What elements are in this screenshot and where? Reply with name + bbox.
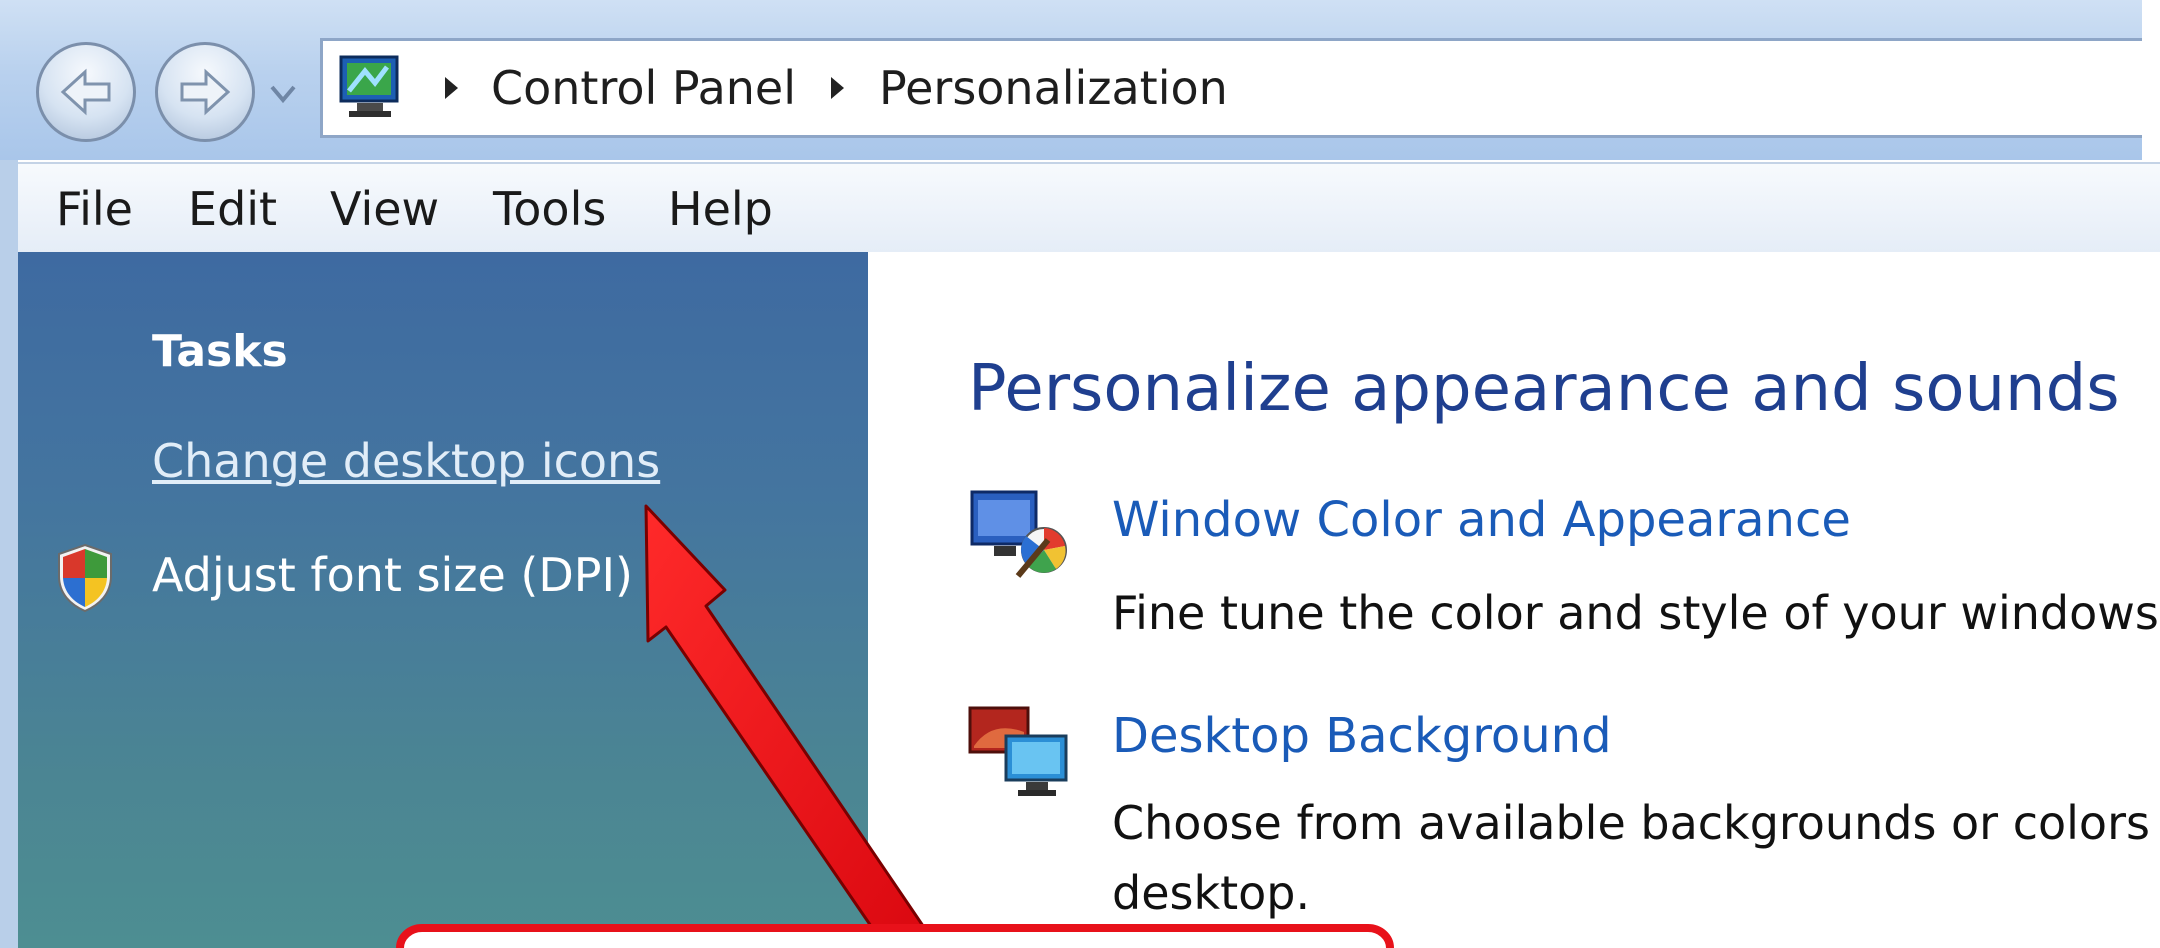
- change-desktop-icons-link[interactable]: Change desktop icons: [152, 434, 660, 488]
- window-right-border: [2142, 0, 2160, 160]
- desktop-background-icon: [968, 706, 1068, 796]
- breadcrumb-personalization[interactable]: Personalization: [879, 61, 1228, 115]
- menu-help[interactable]: Help: [668, 182, 773, 236]
- navigation-bar: Control Panel Personalization: [0, 0, 2160, 160]
- address-bar[interactable]: Control Panel Personalization: [320, 38, 2160, 138]
- control-panel-icon: [339, 55, 399, 117]
- uac-shield-icon: [58, 543, 112, 613]
- desktop-background-description: Choose from available backgrounds or col…: [1112, 788, 2160, 928]
- adjust-font-size-link[interactable]: Adjust font size (DPI): [152, 548, 633, 602]
- history-dropdown-icon[interactable]: [268, 78, 298, 108]
- window-color-description: Fine tune the color and style of your wi…: [1112, 586, 2160, 640]
- breadcrumb-separator-icon: [445, 77, 458, 99]
- forward-arrow-icon: [180, 68, 231, 116]
- task-pane: Tasks Change desktop icons Adjust font s…: [18, 252, 868, 948]
- menu-view[interactable]: View: [330, 182, 439, 236]
- page-title: Personalize appearance and sounds: [968, 352, 2120, 426]
- window-color-icon: [970, 490, 1067, 578]
- desktop-background-description-line1: Choose from available backgrounds or col…: [1112, 796, 2160, 850]
- breadcrumb-control-panel[interactable]: Control Panel: [491, 61, 796, 115]
- window-color-appearance-link[interactable]: Window Color and Appearance: [1112, 492, 1851, 548]
- content-pane: Personalize appearance and sounds Window…: [868, 252, 2160, 948]
- menu-tools[interactable]: Tools: [493, 182, 606, 236]
- breadcrumb-separator-icon[interactable]: [831, 77, 844, 99]
- menu-file[interactable]: File: [56, 182, 133, 236]
- desktop-background-description-line2: desktop.: [1112, 866, 1311, 920]
- menu-bar: File Edit View Tools Help: [18, 162, 2160, 254]
- forward-button[interactable]: [155, 42, 255, 142]
- tasks-heading: Tasks: [152, 326, 288, 377]
- explorer-window: Control Panel Personalization File Edit …: [0, 0, 2160, 948]
- back-button[interactable]: [36, 42, 136, 142]
- back-arrow-icon: [60, 68, 111, 116]
- desktop-background-link[interactable]: Desktop Background: [1112, 708, 1612, 764]
- menu-edit[interactable]: Edit: [188, 182, 277, 236]
